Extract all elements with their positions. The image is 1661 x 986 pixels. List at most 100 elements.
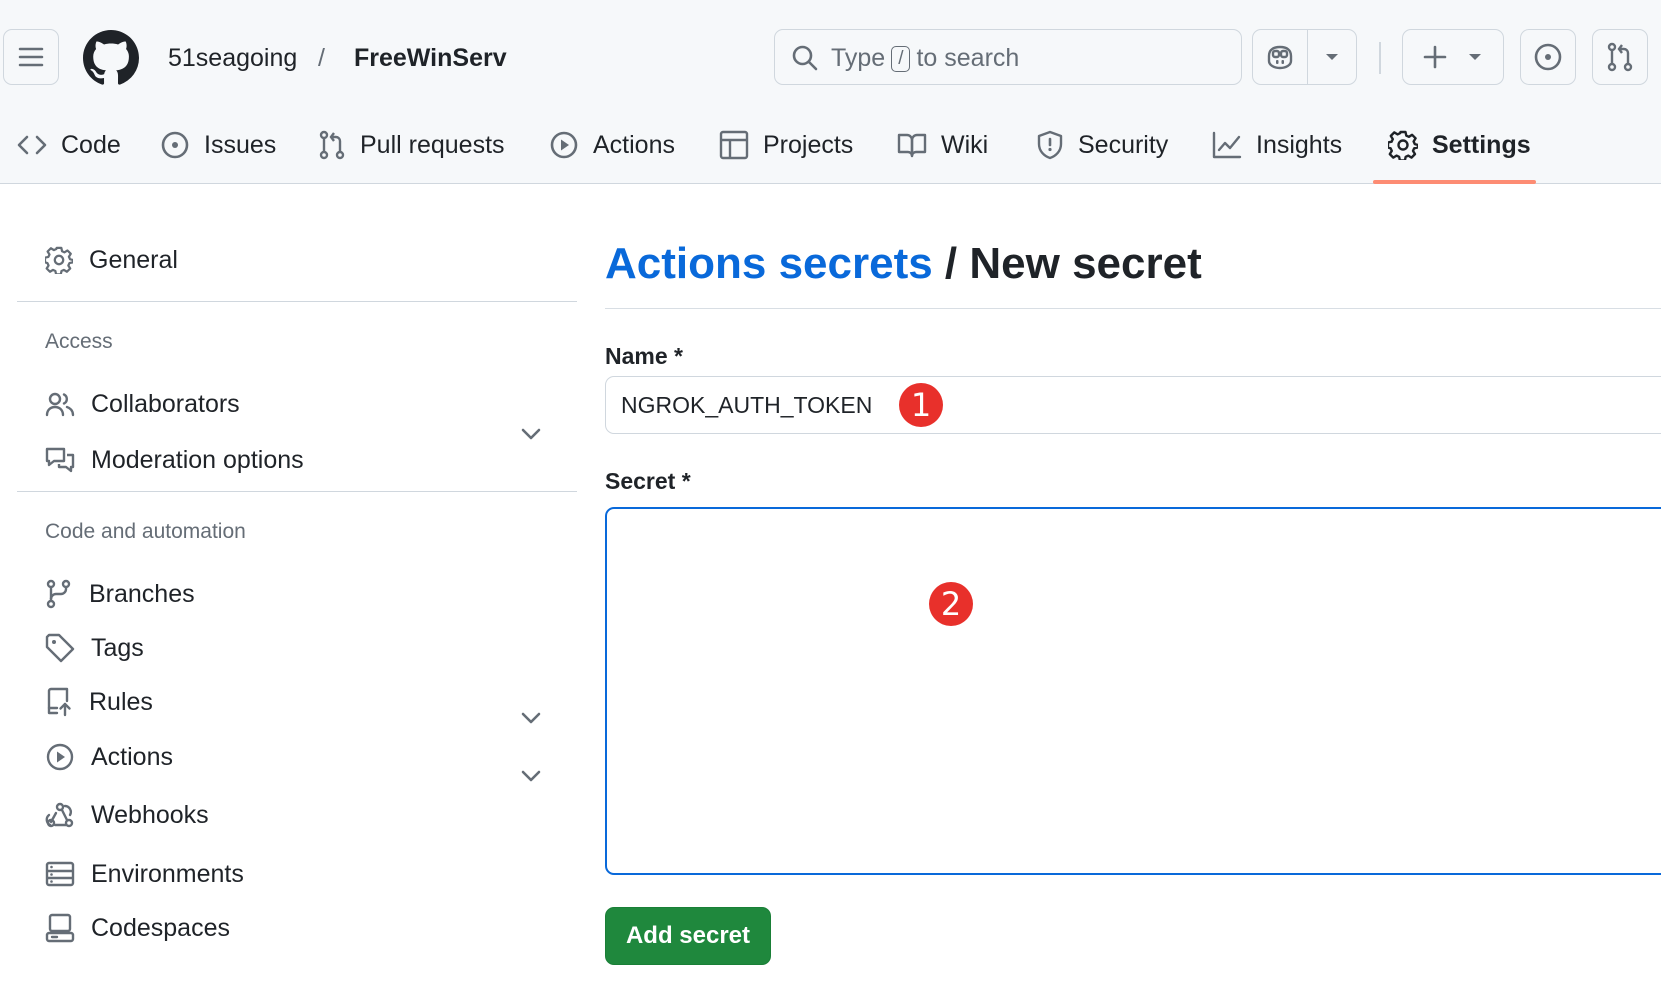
page-title-suffix: / New secret — [932, 239, 1202, 288]
play-icon — [46, 743, 74, 771]
tab-insights[interactable]: Insights — [1212, 122, 1342, 168]
actions-secrets-link[interactable]: Actions secrets — [605, 239, 933, 288]
chevron-down-icon[interactable] — [520, 427, 542, 441]
sidebar-item-label: Branches — [89, 579, 195, 608]
git-branch-icon — [46, 579, 71, 609]
tab-label: Code — [61, 130, 121, 159]
sidebar-item-label: General — [89, 245, 178, 274]
tag-icon — [45, 633, 75, 663]
create-new-button[interactable] — [1402, 29, 1504, 85]
triangle-down-icon — [1326, 54, 1338, 60]
add-secret-button[interactable]: Add secret — [605, 907, 771, 965]
breadcrumb-repo[interactable]: FreeWinServ — [354, 40, 507, 76]
secret-value-textarea[interactable] — [605, 507, 1661, 875]
sidebar-item-moderation-options[interactable]: Moderation options — [45, 440, 304, 480]
shield-icon — [1037, 130, 1063, 160]
issues-button[interactable] — [1520, 29, 1576, 85]
repo-header: 51seagoing / FreeWinServ Type / to search — [0, 0, 1661, 184]
new-secret-form: Actions secrets / New secret Name * Secr… — [605, 184, 1661, 986]
title-divider — [605, 308, 1661, 309]
page-title: Actions secrets / New secret — [605, 236, 1202, 292]
tab-pull-requests[interactable]: Pull requests — [318, 122, 505, 168]
search-input[interactable]: Type / to search — [774, 29, 1242, 85]
sidebar-item-codespaces[interactable]: Codespaces — [45, 908, 230, 948]
annotation-marker-2: 2 — [929, 582, 973, 626]
menu-button[interactable] — [3, 29, 59, 85]
search-icon — [792, 45, 818, 71]
sidebar-item-webhooks[interactable]: Webhooks — [45, 795, 209, 835]
people-icon — [45, 392, 75, 417]
server-icon — [45, 861, 75, 887]
search-placeholder: Type / to search — [831, 42, 1019, 74]
header-divider — [1379, 42, 1381, 74]
tab-label: Insights — [1256, 130, 1343, 159]
webhook-icon — [45, 802, 74, 828]
sidebar-item-collaborators[interactable]: Collaborators — [45, 384, 240, 424]
annotation-marker-1: 1 — [899, 383, 943, 427]
plus-icon — [1423, 45, 1447, 69]
triangle-down-icon — [1469, 54, 1481, 60]
search-prefix: Type — [831, 44, 886, 72]
table-icon — [719, 130, 749, 160]
sidebar-item-label: Actions — [91, 742, 173, 771]
github-logo[interactable] — [83, 30, 139, 86]
graph-icon — [1212, 131, 1242, 159]
sidebar-item-label: Moderation options — [91, 445, 304, 474]
search-shortcut-key: / — [891, 46, 911, 72]
chevron-down-icon[interactable] — [520, 711, 542, 725]
hamburger-icon — [18, 47, 44, 67]
repo-push-icon — [47, 687, 71, 717]
tab-label: Pull requests — [360, 130, 505, 159]
top-bar: 51seagoing / FreeWinServ Type / to search — [0, 0, 1661, 100]
sidebar-item-rules[interactable]: Rules — [45, 682, 153, 722]
play-icon — [550, 131, 578, 159]
sidebar-item-label: Tags — [91, 633, 144, 662]
breadcrumb-owner[interactable]: 51seagoing — [168, 40, 297, 76]
tab-security[interactable]: Security — [1036, 122, 1168, 168]
codespaces-icon — [45, 913, 75, 943]
sidebar-item-environments[interactable]: Environments — [45, 854, 244, 894]
repo-nav-tabs: Code Issues Pull requests Actions Projec… — [0, 122, 1661, 184]
tab-issues[interactable]: Issues — [160, 122, 276, 168]
sidebar-heading-access: Access — [45, 330, 113, 353]
chevron-down-icon[interactable] — [520, 769, 542, 783]
gear-icon — [1388, 130, 1418, 160]
book-icon — [897, 133, 927, 158]
name-label: Name * — [605, 343, 683, 369]
search-suffix: to search — [916, 44, 1020, 72]
gear-icon — [45, 246, 73, 274]
github-mark-icon — [83, 30, 139, 85]
pull-request-icon — [319, 130, 345, 160]
sidebar-item-tags[interactable]: Tags — [45, 628, 144, 668]
tab-label: Wiki — [941, 130, 989, 159]
tab-code[interactable]: Code — [17, 122, 121, 168]
tab-settings[interactable]: Settings — [1388, 122, 1531, 168]
tab-wiki[interactable]: Wiki — [897, 122, 988, 168]
sidebar-item-label: Rules — [89, 687, 153, 716]
issue-icon — [1534, 43, 1562, 71]
sidebar-heading-code-automation: Code and automation — [45, 520, 246, 543]
sidebar-item-label: Codespaces — [91, 913, 230, 942]
comment-discussion-icon — [45, 447, 75, 473]
secret-label: Secret * — [605, 468, 691, 494]
tab-projects[interactable]: Projects — [719, 122, 853, 168]
secret-name-input[interactable] — [605, 376, 1661, 434]
sidebar-item-general[interactable]: General — [45, 240, 178, 280]
tab-label: Issues — [204, 130, 277, 159]
settings-sidebar: General Access Collaborators Moderation … — [17, 184, 577, 986]
sidebar-divider — [17, 491, 577, 492]
tab-label: Security — [1078, 130, 1169, 159]
tab-actions[interactable]: Actions — [549, 122, 675, 168]
sidebar-item-actions[interactable]: Actions — [45, 737, 173, 777]
sidebar-item-label: Webhooks — [91, 800, 209, 829]
sidebar-item-branches[interactable]: Branches — [45, 574, 195, 614]
sidebar-item-label: Collaborators — [91, 389, 240, 418]
sidebar-item-label: Environments — [91, 859, 244, 888]
pull-request-icon — [1607, 42, 1633, 72]
issue-icon — [161, 131, 189, 159]
pull-requests-button[interactable] — [1592, 29, 1648, 85]
copilot-button[interactable] — [1252, 29, 1308, 85]
copilot-menu-button[interactable] — [1307, 29, 1357, 85]
sidebar-divider — [17, 301, 577, 302]
code-icon — [17, 135, 47, 155]
